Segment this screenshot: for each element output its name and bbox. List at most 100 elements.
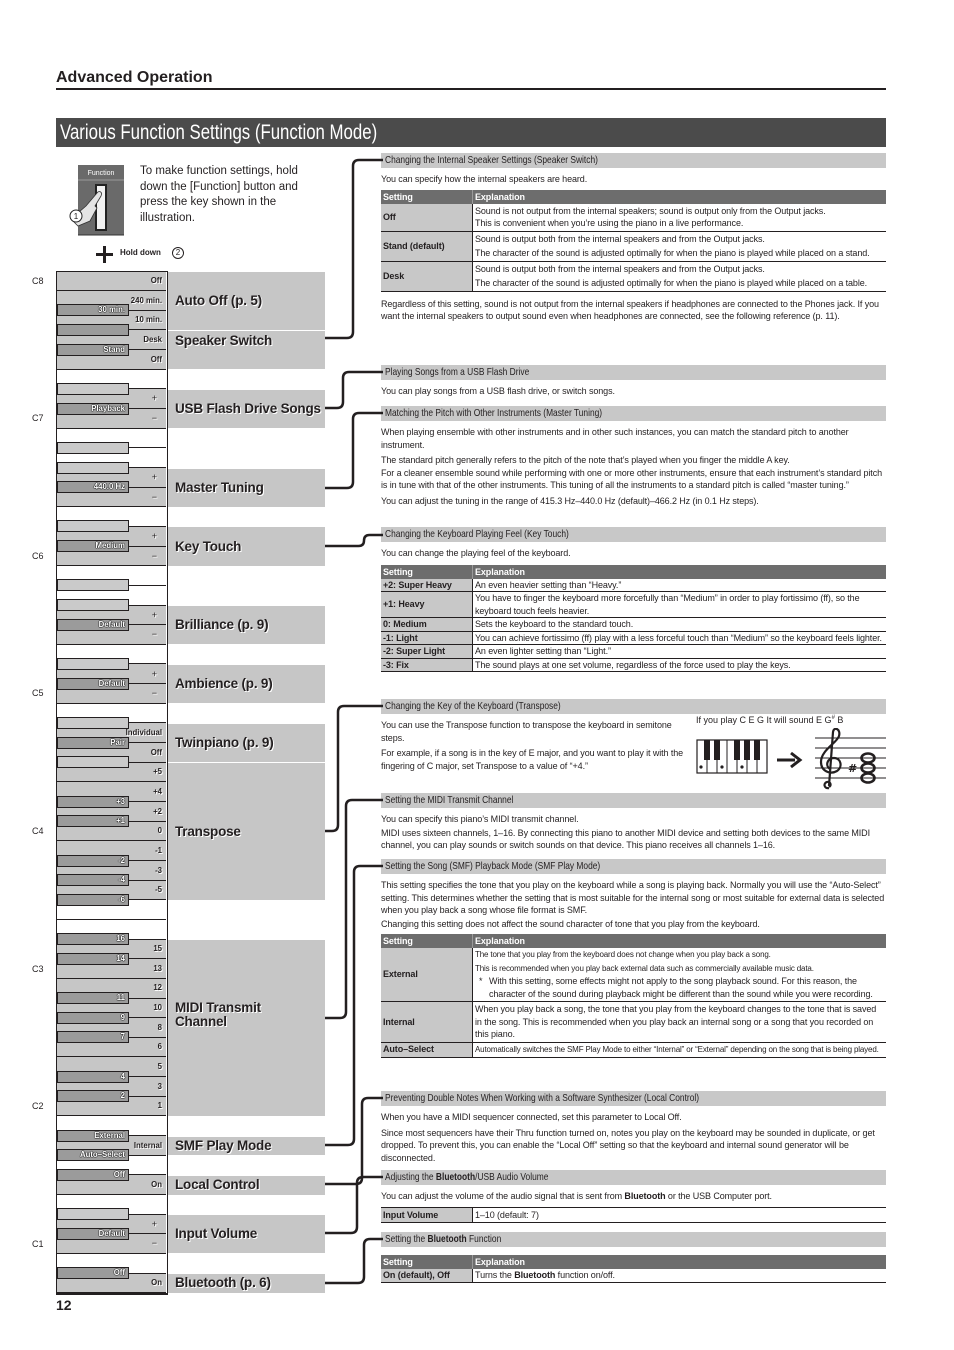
black-key: Auto–Select (57, 1149, 129, 1162)
black-key (57, 382, 129, 395)
section-heading: Changing the Key of the Keyboard (Transp… (381, 699, 886, 714)
section-paragraph: When you have a MIDI sequencer connected… (381, 1112, 682, 1122)
key-label: 13 (153, 963, 162, 973)
function-group-panel: Speaker Switch (167, 329, 325, 370)
function-group-label: Key Touch (175, 538, 242, 554)
hold-down-label: Hold down (120, 248, 161, 257)
key-label: 8 (157, 1022, 162, 1032)
section-local-control: Preventing Double Notes When Working wit… (381, 1091, 886, 1164)
section-heading-text: Adjusting the Bluetooth/USB Audio Volume (385, 1170, 548, 1185)
key-label: Medium (95, 541, 125, 551)
explanation-line: This is convenient when you’re using the… (475, 218, 744, 228)
setting-cell: -3: Fix (381, 658, 473, 672)
key-label: 16 (116, 934, 125, 944)
black-key: Default (57, 618, 129, 631)
section-heading-text: Changing the Key of the Keyboard (Transp… (385, 700, 561, 712)
key-label: 2 (120, 1091, 125, 1101)
key-label: On (151, 1278, 162, 1288)
table-row: 0: Medium Sets the keyboard to the standa… (381, 617, 886, 632)
key-label: − (151, 491, 157, 502)
function-button-label: Function (88, 170, 115, 177)
connector-line (325, 798, 383, 1020)
black-key: 16 (57, 933, 129, 946)
black-key (57, 756, 129, 769)
explanation-cell: Automatically switches the SMF Play Mode… (472, 1042, 886, 1058)
heading-part: Function (466, 1233, 502, 1245)
function-group-label: Twinpiano (p. 9) (175, 735, 274, 751)
section-paragraph: For example, if a song is in the key of … (381, 748, 684, 771)
section-bluetooth: Setting the Bluetooth Function Setting E… (381, 1232, 886, 1283)
key-label: + (151, 1218, 157, 1229)
key-label: 6 (157, 1042, 162, 1052)
column-header: Explanation (472, 1255, 886, 1269)
section-paragraph: You can adjust the volume of the audio s… (381, 1190, 886, 1203)
black-key (57, 579, 129, 592)
section-heading: Changing the Internal Speaker Settings (… (381, 153, 886, 168)
key-label: +2 (153, 806, 162, 816)
table-row: Stand (default) Sound is output both fro… (381, 231, 886, 262)
explanation-note: * With this setting, some effects might n… (475, 975, 884, 1000)
text-part: Turns the (475, 1270, 515, 1280)
section-rule (56, 88, 886, 90)
black-key (57, 658, 129, 670)
column-header: Explanation (472, 564, 886, 579)
table-row: Input Volume 1–10 (default: 7) (381, 1207, 886, 1223)
explanation-line: Sound is not output from the internal sp… (475, 205, 826, 216)
section-heading: Changing the Keyboard Playing Feel (Key … (381, 527, 886, 542)
table-row: +2: Super Heavy An even heavier setting t… (381, 578, 886, 592)
black-key (57, 441, 129, 454)
section-paragraph: You can specify this piano’s MIDI transm… (381, 814, 579, 824)
step-2-marker: 2 (172, 247, 184, 259)
octave-marker: C2 (32, 1101, 44, 1112)
section-usb-flash-drive: Playing Songs from a USB Flash Drive You… (381, 365, 886, 398)
section-paragraph: You can use the Transpose function to tr… (381, 720, 672, 743)
section-paragraph: Changing this setting does not affect th… (381, 918, 760, 929)
explanation-line: Sound is output both from the internal s… (475, 263, 765, 274)
key-label: Off (113, 1268, 125, 1278)
key-label: 5 (157, 1062, 162, 1072)
key-label: 440.0 Hz (93, 482, 125, 492)
black-key: +3 (57, 795, 129, 808)
heading-part: /USB Audio Volume (475, 1171, 549, 1183)
function-group-panel: Input Volume (167, 1214, 325, 1254)
key-label: 14 (116, 953, 125, 963)
section-speaker-switch: Changing the Internal Speaker Settings (… (381, 153, 886, 323)
key-label: Default (98, 1228, 125, 1238)
text-part-bold: Bluetooth (514, 1270, 556, 1280)
table-row: -3: Fix The sound plays at one set volume… (381, 658, 886, 672)
key-label: 3 (157, 1081, 162, 1091)
column-header: Setting (381, 564, 473, 579)
key-label: +3 (116, 796, 125, 806)
octave-marker: C7 (32, 413, 44, 424)
function-group-label: Brilliance (p. 9) (175, 617, 269, 633)
setting-cell: On (default), Off (381, 1269, 473, 1283)
section-smf-play-mode: Setting the Song (SMF) Playback Mode (SM… (381, 859, 886, 1058)
table-row: -1: Light You can achieve fortissimo (ff)… (381, 631, 886, 645)
key-label: − (151, 688, 157, 699)
setting-cell: -1: Light (381, 631, 473, 645)
octave-marker: C1 (32, 1238, 44, 1249)
connector-line (325, 411, 383, 490)
arrow-right-icon (777, 751, 803, 769)
octave-marker: C6 (32, 550, 44, 561)
plus-icon (96, 246, 113, 263)
table-row: -2: Super Light An even lighter setting t… (381, 644, 886, 659)
white-key: Off (57, 271, 166, 292)
page-title: Various Function Settings (Function Mode… (60, 121, 378, 144)
function-group-panel: Local Control (167, 1174, 325, 1195)
connector-line (325, 1237, 383, 1285)
function-group-panel: Transpose (167, 762, 325, 900)
function-group-panel: Auto Off (p. 5) (167, 271, 325, 330)
black-key: -4 (57, 874, 129, 887)
key-label: 15 (153, 944, 162, 954)
function-group-label: Ambience (p. 9) (175, 676, 273, 692)
black-key: -2 (57, 854, 129, 867)
column-header: Setting (381, 1255, 473, 1269)
explanation-line: Sound is output both from the internal s… (475, 233, 765, 244)
function-group-panel: Brilliance (p. 9) (167, 605, 325, 645)
setting-cell: +2: Super Heavy (381, 578, 473, 592)
table-row: Auto–Select Automatically switches the S… (381, 1042, 886, 1058)
key-label: 30 min. (98, 305, 125, 315)
section-master-tuning: Matching the Pitch with Other Instrument… (381, 406, 886, 507)
function-group-panel: SMF Play Mode (167, 1135, 325, 1156)
